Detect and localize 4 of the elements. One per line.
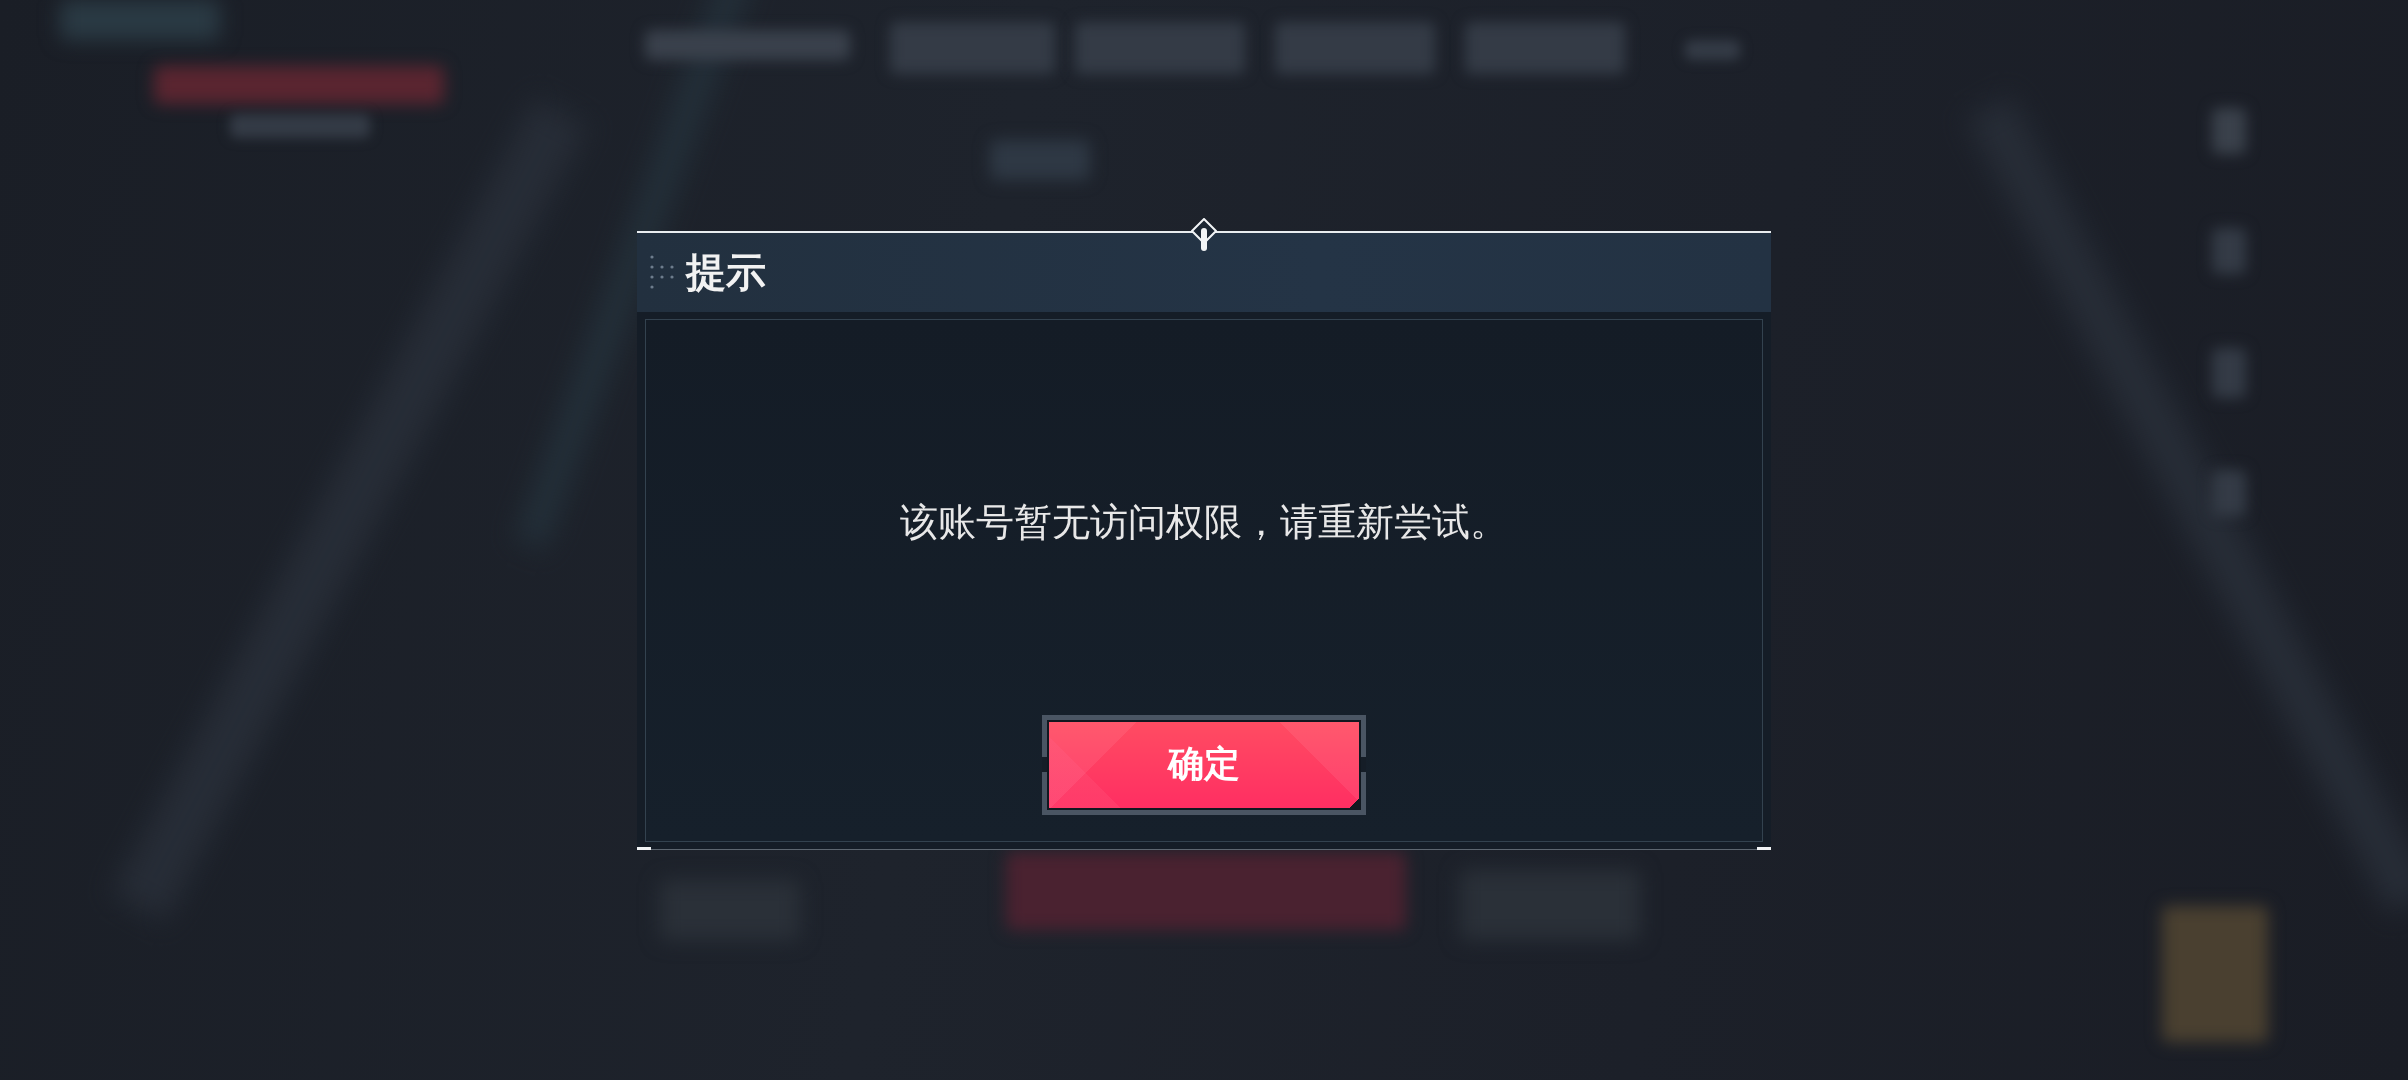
message-text: 该账号暂无访问权限，请重新尝试。 <box>900 498 1508 546</box>
dialog-title: 提示 <box>686 248 766 297</box>
dots-icon <box>650 255 674 289</box>
confirm-button[interactable]: 确定 <box>1042 714 1366 815</box>
